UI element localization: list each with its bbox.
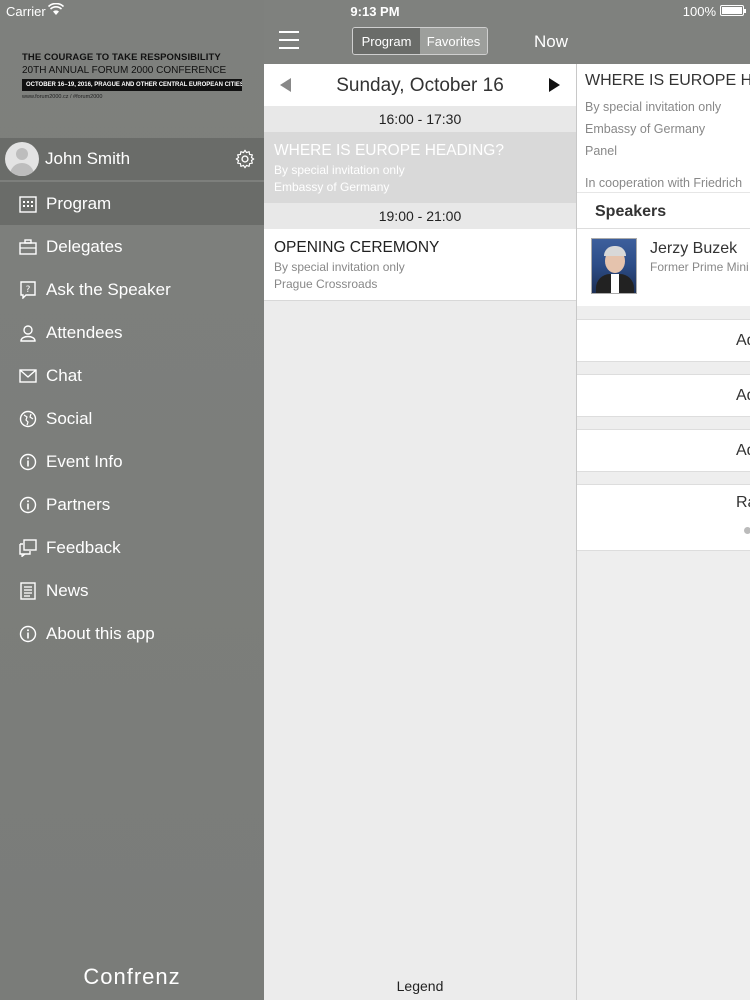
sidebar-item-attendees[interactable]: Attendees [0,311,264,354]
next-day-arrow-icon[interactable] [549,78,560,92]
sidebar-item-label: News [46,580,89,600]
sidebar: THE COURAGE TO TAKE RESPONSIBILITY 20TH … [0,0,264,1000]
banner-title: THE COURAGE TO TAKE RESPONSIBILITY [22,52,221,63]
info-icon [18,495,38,515]
action-label: Ad [736,442,750,459]
detail-cooperation: In cooperation with Friedrich [585,176,743,190]
question-icon: ? [18,280,38,300]
status-bar: Carrier 9:13 PM 100% [0,0,750,22]
legend-button[interactable]: Legend [264,978,576,994]
sidebar-item-label: Program [46,193,112,213]
calendar-icon [18,194,38,214]
view-segmented-control: Program Favorites [352,27,488,55]
user-profile-row[interactable]: John Smith [0,138,264,180]
info-icon [18,624,38,644]
sidebar-item-about-this-app[interactable]: About this app [0,612,264,655]
time-slot-header: 19:00 - 21:00 [264,203,576,229]
action-row[interactable]: Ad [577,429,750,472]
sidebar-item-label: Partners [46,494,111,514]
speaker-role: Former Prime Mini [650,260,749,274]
sidebar-item-delegates[interactable]: Delegates [0,225,264,268]
session-location: Prague Crossroads [274,277,378,291]
sidebar-item-label: Event Info [46,451,123,471]
banner-dates: OCTOBER 16–19, 2016, PRAGUE AND OTHER CE… [22,79,242,91]
session-detail-header: WHERE IS EUROPE HE By special invitation… [577,64,750,192]
session-item[interactable]: WHERE IS EUROPE HEADING? By special invi… [264,132,576,203]
sidebar-menu: Program Delegates ? Ask the Speaker Atte… [0,182,264,655]
speaker-card[interactable]: Jerzy Buzek Former Prime Mini [577,228,750,306]
detail-location: Embassy of Germany [585,122,706,136]
sidebar-item-label: Delegates [46,236,123,256]
app-brand: Confrenz [83,964,181,989]
sidebar-item-label: About this app [46,623,155,643]
session-item[interactable]: OPENING CEREMONY By special invitation o… [264,229,576,301]
time-slot-header: 16:00 - 17:30 [264,106,576,132]
session-detail-panel: WHERE IS EUROPE HE By special invitation… [576,64,750,1000]
sidebar-item-label: Chat [46,365,82,385]
sidebar-item-label: Attendees [46,322,123,342]
sidebar-item-label: Feedback [46,537,121,557]
sidebar-item-partners[interactable]: Partners [0,483,264,526]
briefcase-icon [18,237,38,257]
action-row[interactable]: Ad [577,374,750,417]
person-icon [18,323,38,343]
conference-banner: THE COURAGE TO TAKE RESPONSIBILITY 20TH … [22,52,242,100]
action-label: Ad [736,332,750,349]
sidebar-item-chat[interactable]: Chat [0,354,264,397]
sidebar-item-ask-the-speaker[interactable]: ? Ask the Speaker [0,268,264,311]
rate-label: Ra [736,494,750,511]
info-icon [18,452,38,472]
battery-icon [720,5,746,16]
session-access: By special invitation only [274,260,405,274]
clock: 9:13 PM [350,4,400,19]
program-list: Sunday, October 16 16:00 - 17:30 WHERE I… [264,64,576,1000]
sidebar-item-social[interactable]: Social [0,397,264,440]
current-date: Sunday, October 16 [336,75,504,96]
session-location: Embassy of Germany [274,180,390,194]
rating-dot [744,527,750,534]
session-title: WHERE IS EUROPE HEADING? [274,142,504,159]
sidebar-item-news[interactable]: News [0,569,264,612]
segment-program[interactable]: Program [353,28,420,54]
speaker-photo [591,238,637,294]
session-title: OPENING CEREMONY [274,239,440,256]
battery-percent: 100% [682,4,716,19]
sidebar-item-label: Ask the Speaker [46,279,171,299]
session-access: By special invitation only [274,163,405,177]
rate-row[interactable]: Ra [577,484,750,551]
svg-text:?: ? [26,285,31,295]
date-navigator: Sunday, October 16 [264,64,576,106]
sidebar-item-label: Social [46,408,93,428]
envelope-icon [18,366,38,386]
avatar [5,142,39,176]
globe-icon [18,409,38,429]
sidebar-item-program[interactable]: Program [0,182,264,225]
action-label: Ad [736,387,750,404]
detail-title: WHERE IS EUROPE HE [585,72,750,89]
banner-subtitle: 20TH ANNUAL FORUM 2000 CONFERENCE [22,65,227,76]
hamburger-menu-icon[interactable] [279,31,299,49]
action-row[interactable]: Ad [577,319,750,362]
detail-access: By special invitation only [585,100,722,114]
speakers-heading: Speakers [577,192,750,228]
segment-favorites[interactable]: Favorites [420,28,487,54]
user-name: John Smith [45,149,131,168]
sidebar-item-event-info[interactable]: Event Info [0,440,264,483]
feedback-icon [18,538,38,558]
gear-icon[interactable] [234,148,256,170]
detail-type: Panel [585,144,617,158]
speaker-name: Jerzy Buzek [650,240,738,257]
news-icon [18,581,38,601]
banner-url: www.forum2000.cz / #forum2000 [22,94,103,100]
now-button[interactable]: Now [534,32,568,52]
sidebar-item-feedback[interactable]: Feedback [0,526,264,569]
